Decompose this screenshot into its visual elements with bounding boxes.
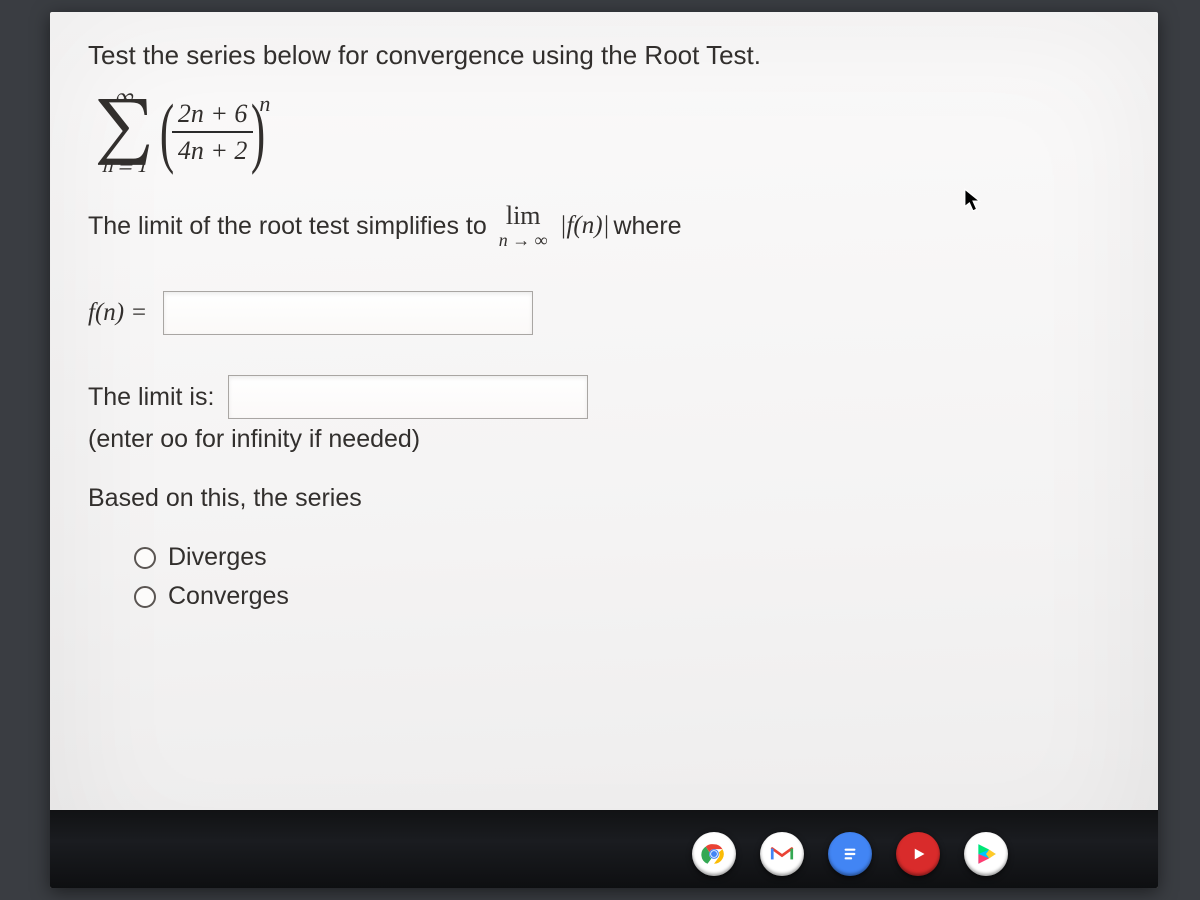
option-diverges-label: Diverges — [168, 543, 267, 572]
youtube-icon[interactable] — [896, 832, 940, 876]
radio-icon[interactable] — [134, 586, 156, 608]
question-prompt: Test the series below for convergence us… — [88, 40, 1120, 71]
numerator: 2n + 6 — [172, 98, 254, 133]
limit-operator: lim n → ∞ — [499, 203, 548, 249]
lim-text: lim — [506, 203, 541, 229]
shelf-tray — [692, 832, 1008, 876]
denominator: 4n + 2 — [178, 133, 248, 166]
left-paren-icon: ( — [160, 97, 174, 167]
sum-lower-bound: n = 1 — [101, 157, 146, 177]
cursor-icon — [964, 188, 982, 214]
sigma-operator: ∞ ∑ n = 1 — [94, 87, 154, 177]
fraction: 2n + 6 4n + 2 — [172, 98, 254, 166]
play-icon[interactable] — [964, 832, 1008, 876]
based-on-text: Based on this, the series — [88, 484, 1120, 513]
fn-input-row: f(n) = — [88, 291, 1120, 335]
sigma-icon: ∑ — [94, 101, 154, 165]
radio-icon[interactable] — [134, 547, 156, 569]
parenthesized-term: ( 2n + 6 4n + 2 ) — [162, 97, 264, 167]
lim-subscript: n → ∞ — [499, 231, 548, 249]
fn-label: f(n) = — [88, 299, 147, 327]
radio-options: Diverges Converges — [134, 543, 1120, 611]
question-panel: Test the series below for convergence us… — [50, 12, 1158, 888]
chrome-icon[interactable] — [692, 832, 736, 876]
fn-input[interactable] — [163, 291, 533, 335]
taskbar-shelf — [50, 810, 1158, 888]
right-paren-icon: ) — [251, 97, 265, 167]
limit-is-label: The limit is: — [88, 383, 214, 412]
docs-icon[interactable] — [828, 832, 872, 876]
option-diverges[interactable]: Diverges — [134, 543, 1120, 572]
abs-fn: |f(n)| — [560, 212, 610, 240]
limit-text-2: where — [613, 212, 681, 241]
series-expression: ∞ ∑ n = 1 ( 2n + 6 4n + 2 ) n — [94, 87, 1120, 177]
infinity-hint: (enter oo for infinity if needed) — [88, 425, 1120, 454]
option-converges[interactable]: Converges — [134, 582, 1120, 611]
limit-input[interactable] — [228, 375, 588, 419]
option-converges-label: Converges — [168, 582, 289, 611]
limit-input-row: The limit is: — [88, 375, 1120, 419]
gmail-icon[interactable] — [760, 832, 804, 876]
limit-text-1: The limit of the root test simplifies to — [88, 212, 487, 241]
